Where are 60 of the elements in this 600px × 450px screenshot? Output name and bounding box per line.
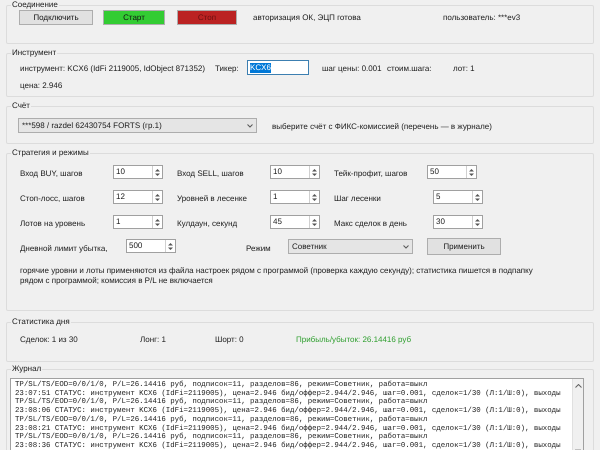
spin-field[interactable]: 10 [113, 165, 163, 179]
field-label: Вход SELL, шагов [177, 168, 244, 180]
spin-arrows-icon[interactable] [475, 192, 480, 202]
spin-field[interactable]: 45 [270, 215, 320, 229]
price-step: шаг цены: 0.001 [322, 63, 382, 75]
note-text: горячие уровни и лоты применяются из файла настроек рядом с программой (проверка каждую секунду); статистика пишется в подпапку рядом с программой; комиссия в P/L не включается [20, 266, 534, 286]
spin-field[interactable]: 500 [126, 239, 176, 253]
group-title: Статистика дня [11, 317, 71, 327]
spin-arrows-icon[interactable] [155, 218, 160, 226]
field-label: Дневной лимит убытка, [20, 243, 108, 255]
spin-field[interactable]: 5 [433, 190, 483, 204]
spin-field[interactable]: 30 [433, 215, 483, 229]
spin-arrows-icon[interactable] [168, 242, 173, 250]
spin-arrows-icon[interactable] [312, 218, 317, 226]
spin-arrows-icon[interactable] [312, 192, 317, 202]
price-text: цена: 2.946 [20, 80, 62, 92]
field-label: Вход BUY, шагов [20, 168, 82, 180]
spin-arrows-icon[interactable] [469, 168, 474, 176]
button[interactable]: Подключить [19, 10, 93, 25]
user-text: пользователь: ***ev3 [443, 12, 520, 24]
button[interactable]: Старт [103, 10, 165, 25]
spin-arrows-icon[interactable] [475, 218, 480, 226]
field-label: Кулдаун, секунд [177, 218, 238, 230]
apply-button[interactable]: Применить [427, 238, 501, 255]
spin-field[interactable]: 1 [113, 215, 163, 229]
dropdown[interactable]: Советник [288, 239, 413, 254]
step-cost: стоим.шага: [387, 63, 432, 75]
stat-text: Сделок: 1 из 30 [20, 334, 78, 346]
field-label: Уровней в лесенке [177, 193, 247, 205]
group-title: Инструмент [11, 48, 58, 58]
group-title: Соединение [11, 0, 59, 10]
spin-arrows-icon[interactable] [155, 192, 160, 202]
group-title: Счёт [11, 101, 31, 111]
field-label: Макс сделок в день [334, 218, 407, 230]
field-label: Режим [246, 243, 271, 255]
field-label: Тейк-профит, шагов [334, 168, 408, 180]
ticker-field[interactable]: KCX6 [247, 60, 309, 75]
field-label: Стоп-лосс, шагов [20, 193, 85, 205]
field-label: Шаг лесенки [334, 193, 381, 205]
stat-text: Прибыль/убыток: 26.14416 руб [296, 334, 412, 346]
instrument-info: инструмент: KCX6 (IdFi 2119005, IdObject 871352) [20, 63, 206, 75]
spin-field[interactable]: 12 [113, 190, 163, 204]
spin-arrows-icon[interactable] [155, 168, 160, 176]
spin-field[interactable]: 50 [427, 165, 477, 179]
group-title: Стратегия и режимы [11, 148, 90, 158]
spin-arrows-icon[interactable] [312, 168, 317, 176]
spin-field[interactable]: 10 [270, 165, 320, 179]
field-label: Лотов на уровень [20, 218, 86, 230]
chevron-down-icon [403, 244, 409, 248]
stat-text: Лонг: 1 [140, 334, 166, 346]
lot-text: лот: 1 [453, 63, 475, 75]
stat-text: Шорт: 0 [215, 334, 244, 346]
chevron-down-icon [247, 124, 253, 128]
dropdown[interactable]: ***598 / razdel 62430754 FORTS (гр.1) [18, 118, 257, 133]
ticker-label: Тикер: [215, 63, 239, 75]
spin-field[interactable]: 1 [270, 190, 320, 204]
group-title: Журнал [11, 364, 42, 374]
status-text: авторизация ОК, ЭЦП готова [253, 12, 361, 24]
account-hint: выберите счёт с ФИКС-комиссией (перечень — в журнале) [272, 121, 492, 133]
scroll-up-icon[interactable] [575, 384, 582, 388]
